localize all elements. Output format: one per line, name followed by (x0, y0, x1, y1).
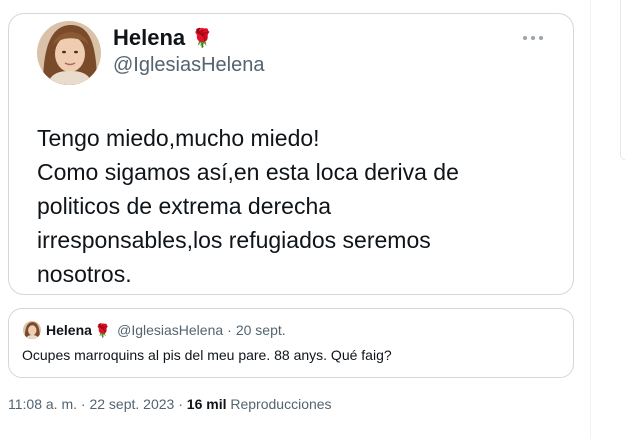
tweet-text: Tengo miedo,mucho miedo! Como sigamos as… (37, 121, 557, 291)
meta-separator: · (80, 396, 86, 412)
views-count: 16 mil (186, 396, 227, 412)
author-display-name: Helena (113, 25, 186, 50)
rose-emoji-icon: 🌹 (191, 28, 214, 48)
avatar[interactable] (37, 21, 101, 85)
column-divider (590, 0, 591, 439)
quoted-date: 20 sept. (235, 322, 286, 338)
sidebar-panel-edge (620, 0, 625, 160)
tweet-text-line: Tengo miedo,mucho miedo! (37, 125, 320, 151)
views-label: Reproducciones (230, 396, 332, 412)
rose-emoji-icon: 🌹 (94, 323, 112, 338)
more-dot (523, 36, 527, 40)
tweet-metadata: 11:08 a. m. · 22 sept. 2023 · 16 mil Rep… (8, 396, 332, 412)
quoted-tweet-text: Ocupes marroquins al pis del meu pare. 8… (22, 347, 392, 363)
meta-separator: · (178, 396, 183, 412)
quoted-tweet-card[interactable]: Helena 🌹 @IglesiasHelena · 20 sept. Ocupes m… (8, 308, 574, 378)
tweet-text-line: nosotros. (37, 261, 132, 287)
quoted-author-name: Helena (46, 322, 92, 338)
tweet-text-line: irresponsables,los refugiados seremos (37, 227, 431, 253)
quoted-avatar (23, 321, 41, 339)
more-dot (531, 36, 535, 40)
quoted-author-handle: @IglesiasHelena (117, 322, 224, 338)
more-options-icon[interactable] (519, 28, 547, 48)
tweet-card: Helena 🌹 @IglesiasHelena Tengo miedo,much… (8, 13, 574, 295)
author-name[interactable]: Helena 🌹 (113, 25, 214, 51)
tweet-date[interactable]: 22 sept. 2023 (89, 396, 174, 412)
author-handle[interactable]: @IglesiasHelena (113, 54, 265, 77)
tweet-text-line: Como sigamos así,en esta loca deriva de (37, 159, 459, 185)
tweet-time[interactable]: 11:08 a. m. (8, 396, 77, 412)
quoted-separator: · (227, 322, 232, 338)
quoted-header: Helena 🌹 @IglesiasHelena · 20 sept. (46, 322, 286, 339)
more-dot (539, 36, 543, 40)
tweet-text-line: politicos de extrema derecha (37, 193, 332, 219)
